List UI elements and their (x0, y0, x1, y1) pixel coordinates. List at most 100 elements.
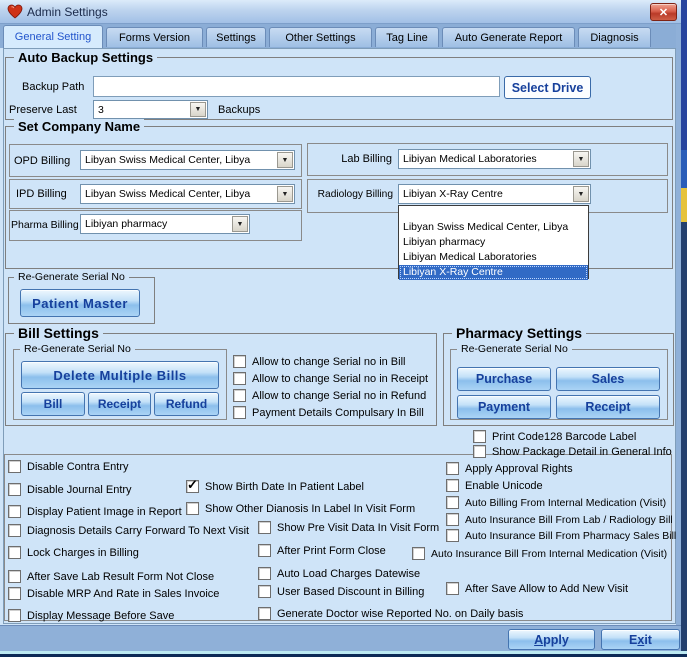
bill-button[interactable]: Bill (21, 392, 85, 416)
opd-billing-select[interactable]: Libyan Swiss Medical Center, Libya ▼ (80, 150, 295, 170)
checkbox-box[interactable] (473, 445, 486, 458)
dropdown-item[interactable]: Libiyan Medical Laboratories (399, 250, 588, 265)
tab-forms-version[interactable]: Forms Version (106, 27, 203, 47)
checkbox-box[interactable] (412, 547, 425, 560)
exit-button[interactable]: Ex it (601, 629, 680, 650)
checkbox-generate-doctor-wise-no[interactable]: Generate Doctor wise Reported No. on Dai… (258, 607, 523, 620)
checkbox-show-package-detail[interactable]: Show Package Detail in General Info (473, 445, 672, 458)
checkbox-disable-contra-entry[interactable]: Disable Contra Entry (8, 460, 129, 473)
tab-auto-generate-report[interactable]: Auto Generate Report (442, 27, 575, 47)
checkbox-box[interactable] (8, 546, 21, 559)
chevron-down-icon[interactable]: ▼ (190, 102, 206, 117)
checkbox-lock-charges-billing[interactable]: Lock Charges in Billing (8, 546, 139, 559)
checkbox-enable-unicode[interactable]: Enable Unicode (446, 479, 543, 492)
checkbox-box[interactable] (473, 430, 486, 443)
checkbox-disable-mrp-rate[interactable]: Disable MRP And Rate in Sales Invoice (8, 587, 219, 600)
checkbox-box[interactable] (8, 460, 21, 473)
checkbox-label: Lock Charges in Billing (27, 546, 139, 559)
checkbox-box[interactable] (8, 587, 21, 600)
checkbox-box[interactable] (258, 585, 271, 598)
apply-label-post: pply (543, 632, 569, 647)
chevron-down-icon[interactable]: ▼ (573, 186, 589, 202)
checkbox-disable-journal-entry[interactable]: Disable Journal Entry (8, 483, 132, 496)
lab-billing-select[interactable]: Libiyan Medical Laboratories ▼ (398, 149, 591, 169)
close-button[interactable]: ✕ (650, 3, 677, 21)
checkbox-allow-change-serial-receipt[interactable]: Allow to change Serial no in Receipt (233, 372, 428, 385)
checkbox-allow-change-serial-refund[interactable]: Allow to change Serial no in Refund (233, 389, 426, 402)
radiology-billing-select[interactable]: Libiyan X-Ray Centre ▼ (398, 184, 591, 204)
chevron-down-icon[interactable]: ▼ (573, 151, 589, 167)
checkbox-auto-insurance-lab-radiology[interactable]: Auto Insurance Bill From Lab / Radiology… (446, 513, 673, 526)
checkbox-print-code128-barcode-label[interactable]: Print Code128 Barcode Label (473, 430, 636, 443)
checkbox-box[interactable] (186, 502, 199, 515)
checkbox-box[interactable] (8, 505, 21, 518)
tab-other-settings[interactable]: Other Settings (269, 27, 372, 47)
checkbox-auto-billing-internal-medication[interactable]: Auto Billing From Internal Medication (V… (446, 496, 666, 509)
chevron-down-icon[interactable]: ▼ (277, 152, 293, 168)
checkbox-box[interactable] (446, 479, 459, 492)
checkbox-after-save-allow-add-new-visit[interactable]: After Save Allow to Add New Visit (446, 582, 628, 595)
checkbox-box[interactable] (446, 496, 459, 509)
checkbox-payment-details-compulsary[interactable]: Payment Details Compulsary In Bill (233, 406, 424, 419)
checkbox-box[interactable] (446, 529, 459, 542)
checkbox-box[interactable] (8, 483, 21, 496)
refund-button[interactable]: Refund (154, 392, 219, 416)
sales-button[interactable]: Sales (556, 367, 660, 391)
checkbox-box[interactable] (233, 355, 246, 368)
checkbox-label: Auto Insurance Bill From Lab / Radiology… (465, 513, 673, 526)
checkbox-show-pre-visit-data[interactable]: Show Pre Visit Data In Visit Form (258, 521, 439, 534)
checkbox-box[interactable] (258, 521, 271, 534)
purchase-button[interactable]: Purchase (457, 367, 551, 391)
pharma-billing-select[interactable]: Libiyan pharmacy ▼ (80, 214, 250, 234)
tab-general-setting[interactable]: General Setting (3, 25, 103, 48)
checkbox-auto-load-charges[interactable]: Auto Load Charges Datewise (258, 567, 420, 580)
checkbox-allow-change-serial-bill[interactable]: Allow to change Serial no in Bill (233, 355, 405, 368)
checkbox-user-based-discount[interactable]: User Based Discount in Billing (258, 585, 424, 598)
backup-path-input[interactable] (93, 76, 500, 97)
checkbox-box[interactable] (233, 406, 246, 419)
checkbox-show-other-dianosis[interactable]: Show Other Dianosis In Label In Visit Fo… (186, 502, 415, 515)
ipd-billing-select[interactable]: Libyan Swiss Medical Center, Libya ▼ (80, 184, 295, 204)
chevron-down-icon[interactable]: ▼ (277, 186, 293, 202)
payment-button[interactable]: Payment (457, 395, 551, 419)
checkbox-after-print-form-close[interactable]: After Print Form Close (258, 544, 386, 557)
checkbox-after-save-lab-result[interactable]: After Save Lab Result Form Not Close (8, 570, 214, 583)
dropdown-item[interactable]: Libyan Swiss Medical Center, Libya (399, 220, 588, 235)
checkbox-box[interactable] (8, 570, 21, 583)
checkbox-diagnosis-carry-forward[interactable]: Diagnosis Details Carry Forward To Next … (8, 524, 249, 537)
dropdown-item[interactable]: Libiyan pharmacy (399, 235, 588, 250)
tab-diagnosis[interactable]: Diagnosis (578, 27, 651, 47)
preserve-last-select[interactable]: 3 ▼ (93, 100, 208, 119)
checkbox-display-patient-image[interactable]: Display Patient Image in Report (8, 505, 182, 518)
checkbox-box[interactable] (8, 609, 21, 622)
checkbox-box[interactable] (258, 567, 271, 580)
checkbox-box[interactable] (233, 372, 246, 385)
backups-label: Backups (218, 104, 261, 116)
apply-button[interactable]: Apply (508, 629, 595, 650)
patient-master-button[interactable]: Patient Master (20, 289, 140, 317)
checkbox-auto-insurance-internal-medication[interactable]: Auto Insurance Bill From Internal Medica… (412, 547, 667, 560)
receipt-button[interactable]: Receipt (88, 392, 151, 416)
checkbox-show-birth-date[interactable]: Show Birth Date In Patient Label (186, 477, 364, 493)
delete-multiple-bills-button[interactable]: Delete Multiple Bills (21, 361, 219, 389)
checkbox-auto-insurance-pharmacy-sales[interactable]: Auto Insurance Bill From Pharmacy Sales … (446, 529, 676, 542)
tab-settings[interactable]: Settings (206, 27, 266, 47)
tab-tag-line[interactable]: Tag Line (375, 27, 439, 47)
dropdown-item[interactable] (399, 206, 588, 220)
dropdown-item-selected[interactable]: Libiyan X-Ray Centre (399, 265, 588, 280)
checkbox-box[interactable] (258, 607, 271, 620)
opd-billing-label: OPD Billing (14, 155, 71, 167)
chevron-down-icon[interactable]: ▼ (232, 216, 248, 232)
checkbox-box[interactable] (446, 582, 459, 595)
checkbox-box[interactable] (446, 462, 459, 475)
checkbox-label: After Print Form Close (277, 544, 386, 557)
pharmacy-receipt-button[interactable]: Receipt (556, 395, 660, 419)
checkbox-box[interactable] (186, 477, 199, 493)
checkbox-box[interactable] (258, 544, 271, 557)
checkbox-apply-approval-rights[interactable]: Apply Approval Rights (446, 462, 573, 475)
select-drive-button[interactable]: Select Drive (504, 76, 591, 99)
checkbox-box[interactable] (8, 524, 21, 537)
checkbox-display-message-before-save[interactable]: Display Message Before Save (8, 609, 174, 622)
checkbox-box[interactable] (233, 389, 246, 402)
checkbox-box[interactable] (446, 513, 459, 526)
